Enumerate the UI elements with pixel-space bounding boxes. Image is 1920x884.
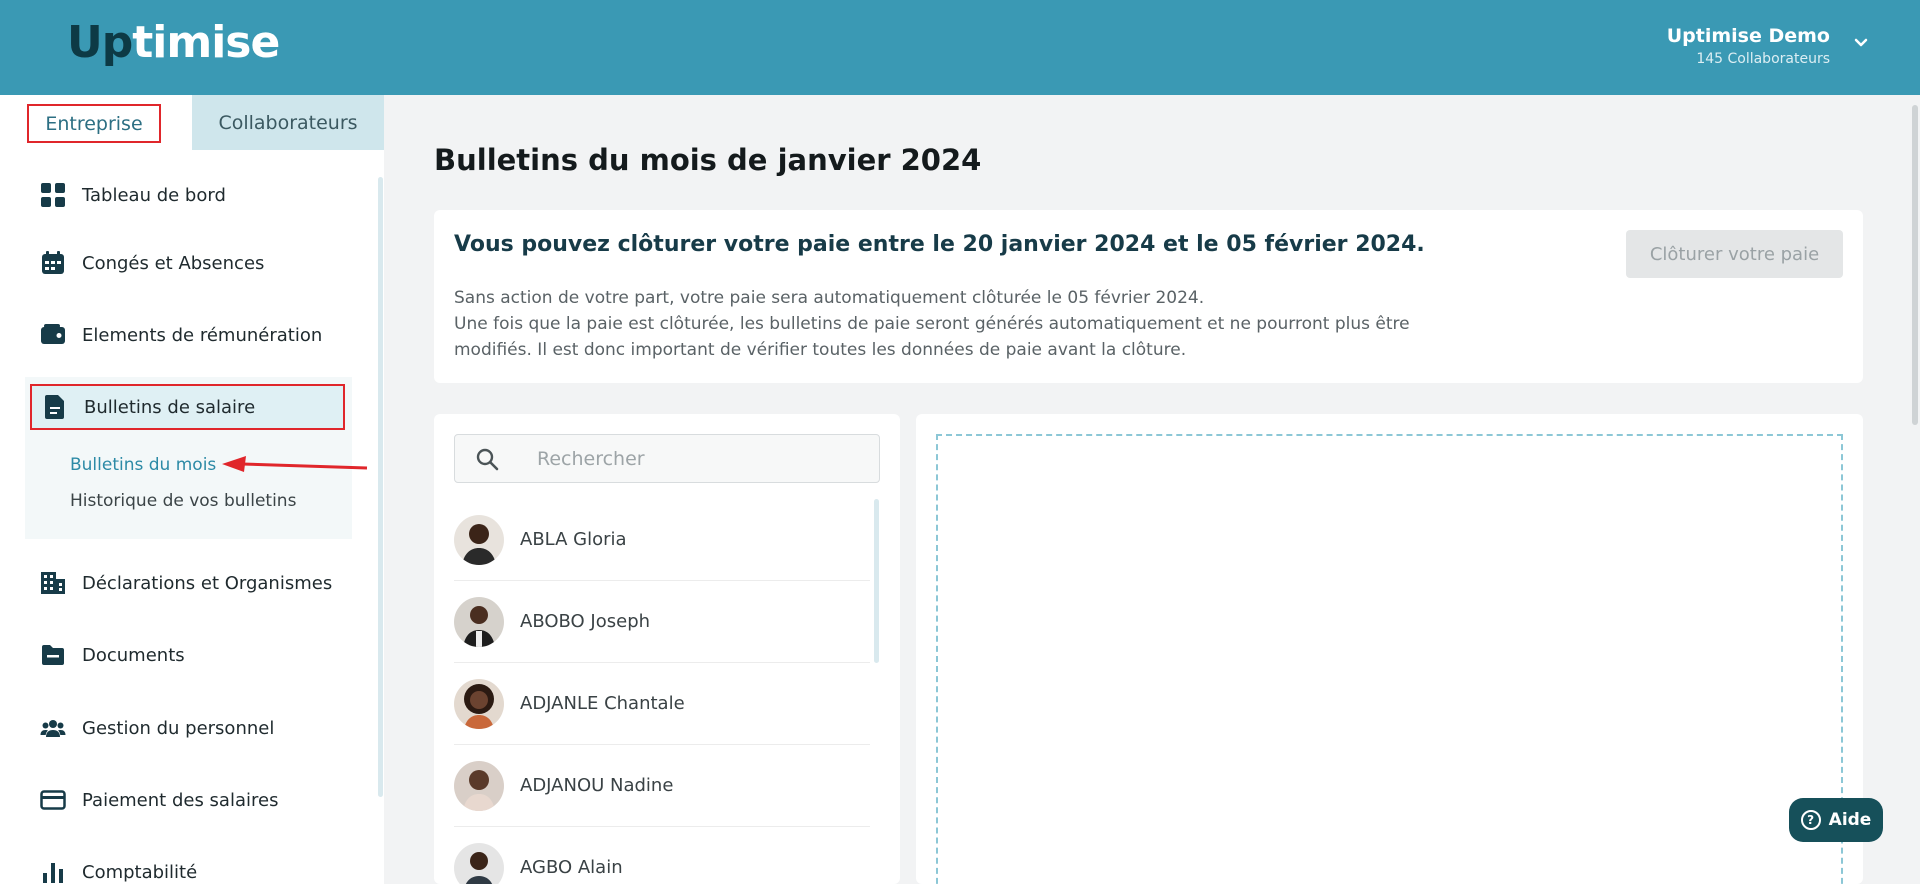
page-title: Bulletins du mois de janvier 2024 (434, 143, 982, 177)
account-switcher[interactable]: Uptimise Demo 145 Collaborateurs (1667, 24, 1830, 67)
sidebar-subitem-historique-bulletins[interactable]: Historique de vos bulletins (70, 491, 296, 511)
sidebar-item-conges-absences[interactable]: Congés et Absences (40, 245, 264, 281)
people-icon (40, 715, 66, 741)
bar-chart-icon (40, 859, 66, 884)
sidebar-item-label: Déclarations et Organismes (82, 572, 333, 594)
building-icon (40, 570, 66, 596)
sidebar-item-comptabilite[interactable]: Comptabilité (40, 854, 197, 884)
sidebar-subitem-bulletins-du-mois[interactable]: Bulletins du mois (70, 455, 216, 475)
help-button[interactable]: ? Aide (1789, 798, 1883, 842)
closing-info-line: Sans action de votre part, votre paie se… (454, 288, 1205, 308)
list-scrollbar[interactable] (874, 499, 879, 663)
logo-part-up: Up (67, 17, 133, 68)
document-icon (42, 394, 68, 420)
closing-info-line: modifiés. Il est donc important de vérif… (454, 340, 1187, 360)
search-icon (476, 448, 499, 471)
sidebar-item-gestion-personnel[interactable]: Gestion du personnel (40, 710, 274, 746)
payslip-preview-panel (916, 414, 1863, 884)
sidebar-item-documents[interactable]: Documents (40, 637, 185, 673)
tab-collaborateurs[interactable]: Collaborateurs (192, 95, 384, 150)
folder-icon (40, 642, 66, 668)
sidebar-item-bulletins-de-salaire[interactable]: Bulletins de salaire (30, 384, 345, 430)
avatar (454, 842, 504, 884)
avatar (454, 760, 504, 811)
closing-info-line: Une fois que la paie est clôturée, les b… (454, 314, 1410, 334)
avatar (454, 678, 504, 729)
logo-part-timise: timise (132, 17, 280, 68)
sidebar-tabs: Entreprise Collaborateurs (0, 95, 384, 150)
closing-info-text: Sans action de votre part, votre paie se… (454, 285, 1454, 363)
sidebar-item-label: Gestion du personnel (82, 717, 275, 739)
annotation-arrow-icon (222, 456, 368, 472)
employee-row[interactable]: ABLA Gloria (454, 499, 870, 581)
employee-name: AGBO Alain (520, 857, 623, 878)
tab-entreprise[interactable]: Entreprise (27, 104, 161, 143)
closing-period-title: Vous pouvez clôturer votre paie entre le… (454, 232, 1425, 257)
wallet-icon (40, 322, 66, 348)
employee-row[interactable]: ADJANOU Nadine (454, 745, 870, 827)
top-header: Uptimise Uptimise Demo 145 Collaborateur… (0, 0, 1920, 95)
sidebar-item-elements-remuneration[interactable]: Elements de rémunération (40, 317, 322, 353)
avatar (454, 596, 504, 647)
close-payroll-button[interactable]: Clôturer votre paie (1626, 230, 1843, 278)
sidebar-item-tableau-de-bord[interactable]: Tableau de bord (40, 177, 226, 213)
sidebar-item-paiement-salaires[interactable]: Paiement des salaires (40, 782, 278, 818)
dashboard-icon (40, 182, 66, 208)
employee-name: ABOBO Joseph (520, 611, 651, 632)
sidebar-item-declarations-organismes[interactable]: Déclarations et Organismes (40, 565, 332, 601)
employee-row[interactable]: ABOBO Joseph (454, 581, 870, 663)
sidebar-scrollbar[interactable] (378, 177, 383, 797)
chevron-down-icon[interactable] (1854, 36, 1868, 50)
sidebar-item-label: Elements de rémunération (82, 324, 323, 346)
sidebar-item-label: Congés et Absences (82, 252, 265, 274)
payroll-closing-card: Vous pouvez clôturer votre paie entre le… (434, 210, 1863, 383)
employee-list-panel: Rechercher ABLA Gloria ABOBO Joseph ADJA… (434, 414, 900, 884)
account-collaborators-count: 145 Collaborateurs (1696, 51, 1830, 67)
employee-row[interactable]: AGBO Alain (454, 827, 870, 884)
employee-name: ADJANOU Nadine (520, 775, 674, 796)
sidebar-item-label: Paiement des salaires (82, 789, 279, 811)
sidebar-item-label: Comptabilité (82, 861, 198, 883)
employee-name: ABLA Gloria (520, 529, 627, 550)
main-scrollbar[interactable] (1912, 105, 1918, 425)
search-input[interactable]: Rechercher (454, 434, 880, 483)
help-label: Aide (1828, 810, 1872, 830)
calendar-icon (40, 250, 66, 276)
sidebar-item-label: Bulletins de salaire (84, 396, 256, 418)
payslip-preview-dropzone (936, 434, 1843, 884)
employee-name: ADJANLE Chantale (520, 693, 685, 714)
avatar (454, 514, 504, 565)
employee-row[interactable]: ADJANLE Chantale (454, 663, 870, 745)
credit-card-icon (40, 787, 66, 813)
sidebar: Entreprise Collaborateurs Tableau de bor… (0, 95, 384, 884)
sidebar-item-label: Tableau de bord (82, 184, 226, 206)
app-logo[interactable]: Uptimise (67, 17, 280, 68)
sidebar-item-label: Documents (82, 644, 185, 666)
question-icon: ? (1800, 810, 1821, 830)
account-name: Uptimise Demo (1666, 25, 1830, 47)
search-placeholder: Rechercher (537, 448, 645, 470)
